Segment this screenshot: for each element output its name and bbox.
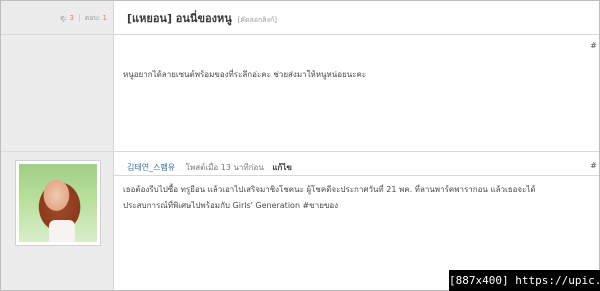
divider [1, 151, 599, 152]
views-label: ดู: [60, 14, 68, 22]
stats-separator: | [78, 14, 81, 22]
avatar[interactable] [15, 160, 101, 246]
user-column: ดู: 3 | ตอบ: 1 [1, 1, 114, 290]
reply-anchor-mark[interactable]: # [590, 161, 597, 170]
replies-label: ตอบ: [84, 14, 101, 22]
reply-timestamp: โพสต์เมื่อ 13 นาทีก่อน [185, 163, 264, 172]
post-body: หนูอยากได้ลายเซนต์พร้อมของที่ระลึกอ่ะคะ … [123, 70, 367, 79]
reply-author-link[interactable]: 김태연_스팸유 [127, 163, 175, 172]
thread-stats: ดู: 3 | ตอบ: 1 [1, 13, 107, 24]
edit-link[interactable]: แก้ไข [272, 163, 292, 172]
reply-body-line-1: เธอต้องรีบไปซื้อ ทรูยีอน แล้วเอาไปเสริจม… [123, 185, 536, 194]
replies-count: 1 [102, 14, 107, 22]
avatar-image [19, 164, 97, 242]
forum-thread: ดู: 3 | ตอบ: 1 [แหยอน] อนนี่ของหนู [คัดล… [0, 0, 600, 291]
image-watermark: [887x400] https://upic.me/ [449, 270, 600, 291]
divider [113, 175, 599, 176]
post-anchor-mark[interactable]: # [590, 41, 597, 50]
thread-title-row: [แหยอน] อนนี่ของหนู [คัดลอกลิงก์] [127, 9, 277, 27]
divider [1, 34, 599, 35]
copy-link-tag[interactable]: [คัดลอกลิงก์] [238, 16, 277, 24]
reply-meta: 김태연_스팸유 โพสต์เมื่อ 13 นาทีก่อน แก้ไข [127, 161, 292, 174]
reply-body-line-2: ประสบการณ์ที่พิเศษไปพร้อมกับ Girls' Gene… [123, 201, 339, 210]
views-count: 3 [69, 14, 74, 22]
thread-title: [แหยอน] อนนี่ของหนู [127, 12, 232, 25]
